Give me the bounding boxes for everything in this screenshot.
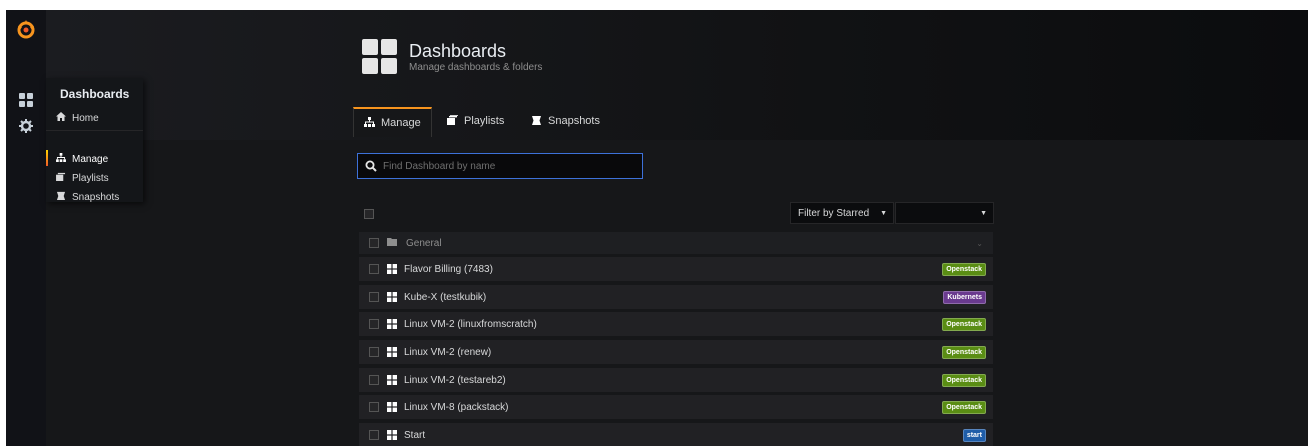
search-box[interactable] — [357, 153, 643, 179]
tag-badge[interactable]: Openstack — [942, 346, 986, 359]
playlist-icon — [56, 172, 66, 184]
dashboard-grid-icon — [387, 319, 397, 329]
flyout-item-label: Manage — [72, 153, 109, 165]
active-indicator — [46, 150, 48, 166]
folder-row-general[interactable]: General ⌄ — [359, 232, 993, 254]
tab-manage[interactable]: Manage — [353, 107, 432, 137]
dashboard-row[interactable]: Kube-X (testkubik) Kubernets — [359, 285, 993, 309]
dashboards-flyout-menu: Dashboards Home Manage Playlists Snapsho… — [46, 78, 143, 203]
tag-badge[interactable]: start — [962, 429, 986, 442]
row-checkbox[interactable] — [369, 292, 379, 302]
home-icon — [56, 112, 66, 124]
side-menu — [6, 10, 46, 446]
dashboard-grid-icon — [387, 292, 397, 302]
sitemap-icon — [56, 153, 66, 165]
row-checkbox[interactable] — [369, 375, 379, 385]
search-input[interactable] — [381, 159, 625, 173]
tab-snapshots-label: Snapshots — [548, 115, 600, 127]
dashboard-row[interactable]: Linux VM-2 (testareb2) Openstack — [359, 368, 993, 392]
folder-checkbox[interactable] — [369, 238, 379, 248]
grafana-window: Dashboards Manage dashboards & folders M… — [6, 10, 1308, 446]
flyout-item-snapshots[interactable]: Snapshots — [56, 191, 119, 203]
playlist-icon — [447, 114, 458, 128]
grafana-logo-icon[interactable] — [16, 18, 36, 40]
dashboard-title[interactable]: Linux VM-2 (linuxfromscratch) — [404, 319, 537, 330]
page-title: Dashboards — [409, 41, 507, 61]
dashboard-title[interactable]: Linux VM-2 (renew) — [404, 347, 491, 358]
dashboard-grid-icon — [387, 375, 397, 385]
chevron-down-icon[interactable]: ⌄ — [976, 239, 983, 248]
tab-manage-label: Manage — [381, 117, 421, 129]
dashboard-title[interactable]: Kube-X (testkubik) — [404, 292, 486, 303]
tag-badge[interactable]: Kubernets — [943, 291, 986, 304]
flyout-title[interactable]: Dashboards — [60, 87, 129, 101]
page-subtitle: Manage dashboards & folders — [409, 62, 543, 73]
gear-icon[interactable] — [16, 116, 36, 136]
folder-open-icon — [387, 237, 398, 249]
filter-by-starred-label: Filter by Starred — [798, 207, 870, 219]
dashboard-grid-icon — [387, 430, 397, 440]
tab-snapshots[interactable]: Snapshots — [531, 107, 600, 135]
row-checkbox[interactable] — [369, 430, 379, 440]
tab-playlists-label: Playlists — [464, 115, 505, 127]
dashboard-row[interactable]: Linux VM-2 (linuxfromscratch) Openstack — [359, 312, 993, 336]
tag-badge[interactable]: Openstack — [942, 374, 986, 387]
dashboard-title[interactable]: Linux VM-8 (packstack) — [404, 402, 508, 413]
flyout-item-playlists[interactable]: Playlists — [56, 172, 109, 184]
flyout-divider — [46, 130, 143, 131]
snapshot-icon — [531, 115, 542, 128]
select-all-checkbox[interactable] — [364, 209, 374, 219]
dashboard-row[interactable]: Flavor Billing (7483) Openstack — [359, 257, 993, 281]
row-checkbox[interactable] — [369, 319, 379, 329]
tag-badge[interactable]: Openstack — [942, 318, 986, 331]
dashboard-grid-icon — [387, 402, 397, 412]
caret-down-icon: ▼ — [980, 209, 987, 217]
sitemap-icon — [364, 116, 375, 130]
row-checkbox[interactable] — [369, 347, 379, 357]
dashboard-grid-icon — [387, 347, 397, 357]
dashboard-grid-icon — [387, 264, 397, 274]
folder-name: General — [406, 237, 442, 249]
dashboard-title[interactable]: Start — [404, 430, 425, 441]
row-checkbox[interactable] — [369, 402, 379, 412]
dashboards-icon[interactable] — [16, 90, 36, 110]
dashboard-row[interactable]: Start start — [359, 423, 993, 446]
dashboard-row[interactable]: Linux VM-2 (renew) Openstack — [359, 340, 993, 364]
dashboards-header-icon — [362, 39, 398, 75]
tag-badge[interactable]: Openstack — [942, 263, 986, 276]
tab-playlists[interactable]: Playlists — [447, 107, 504, 135]
tag-filter-select[interactable]: ▼ — [895, 202, 994, 224]
flyout-item-label: Home — [72, 112, 99, 124]
row-checkbox[interactable] — [369, 264, 379, 274]
flyout-item-label: Playlists — [72, 172, 109, 184]
caret-down-icon: ▼ — [880, 209, 887, 217]
dashboard-row[interactable]: Linux VM-8 (packstack) Openstack — [359, 395, 993, 419]
search-icon — [365, 160, 377, 172]
flyout-item-label: Snapshots — [72, 191, 120, 203]
flyout-item-home[interactable]: Home — [56, 112, 99, 124]
flyout-item-manage[interactable]: Manage — [56, 153, 108, 165]
filter-by-starred-select[interactable]: Filter by Starred ▼ — [790, 202, 894, 224]
snapshot-icon — [56, 191, 66, 203]
page-header — [46, 10, 1308, 140]
dashboard-title[interactable]: Linux VM-2 (testareb2) — [404, 375, 506, 386]
dashboard-title[interactable]: Flavor Billing (7483) — [404, 264, 493, 275]
tag-badge[interactable]: Openstack — [942, 401, 986, 414]
